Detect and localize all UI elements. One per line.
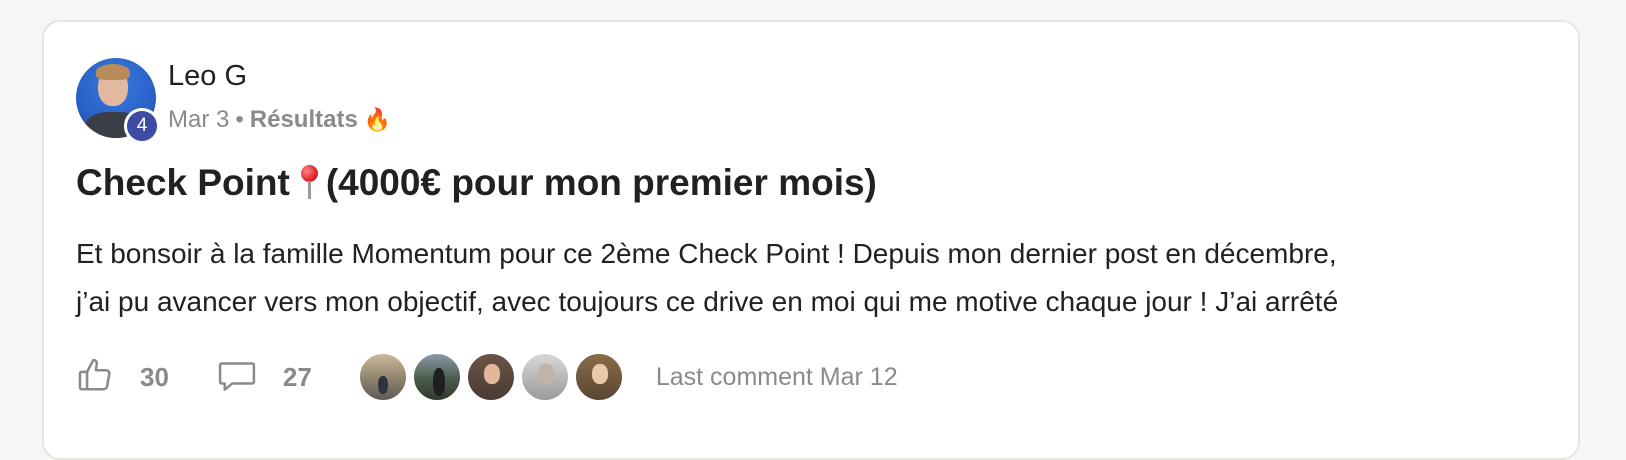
- post-title-start: Check Point: [76, 162, 290, 203]
- avatar[interactable]: [411, 352, 462, 402]
- like-button[interactable]: 30: [76, 356, 169, 399]
- avatar[interactable]: [357, 352, 408, 402]
- author-name[interactable]: Leo G: [168, 60, 247, 93]
- post-title[interactable]: Check Point (4000€ pour mon premier mois…: [76, 162, 877, 204]
- avatar[interactable]: [519, 352, 570, 402]
- post-card[interactable]: 4 Leo G Mar 3 • Résultats 🔥 Check Point …: [42, 20, 1580, 460]
- like-count: 30: [140, 361, 169, 392]
- avatar[interactable]: [465, 352, 516, 402]
- comment-button[interactable]: 27: [217, 356, 312, 399]
- level-badge: 4: [124, 108, 160, 144]
- post-meta: Mar 3 • Résultats 🔥: [168, 106, 391, 134]
- post-title-end: (4000€ pour mon premier mois): [325, 162, 877, 203]
- comment-count: 27: [282, 361, 312, 392]
- post-date: Mar 3: [168, 106, 230, 133]
- speech-bubble-icon[interactable]: [217, 356, 257, 399]
- post-header: 4 Leo G Mar 3 • Résultats 🔥: [76, 58, 676, 148]
- thumbs-up-icon[interactable]: [76, 356, 114, 399]
- author-avatar-container[interactable]: 4: [76, 58, 160, 144]
- meta-separator: •: [235, 106, 244, 133]
- fire-icon: 🔥: [363, 107, 392, 132]
- avatar[interactable]: [573, 352, 624, 402]
- post-body-line: Et bonsoir à la famille Momentum pour ce…: [76, 238, 1337, 269]
- round-pushpin-icon: [296, 163, 322, 203]
- post-category[interactable]: Résultats: [250, 106, 358, 134]
- post-body-line: j’ai pu avancer vers mon objectif, avec …: [76, 286, 1339, 317]
- post-body-preview[interactable]: Et bonsoir à la famille Momentum pour ce…: [76, 230, 1536, 326]
- last-comment-info: Last comment Mar 12: [655, 362, 898, 391]
- post-footer: 30 27 Last comment Mar 12: [76, 352, 1276, 402]
- commenter-avatars[interactable]: [357, 352, 628, 402]
